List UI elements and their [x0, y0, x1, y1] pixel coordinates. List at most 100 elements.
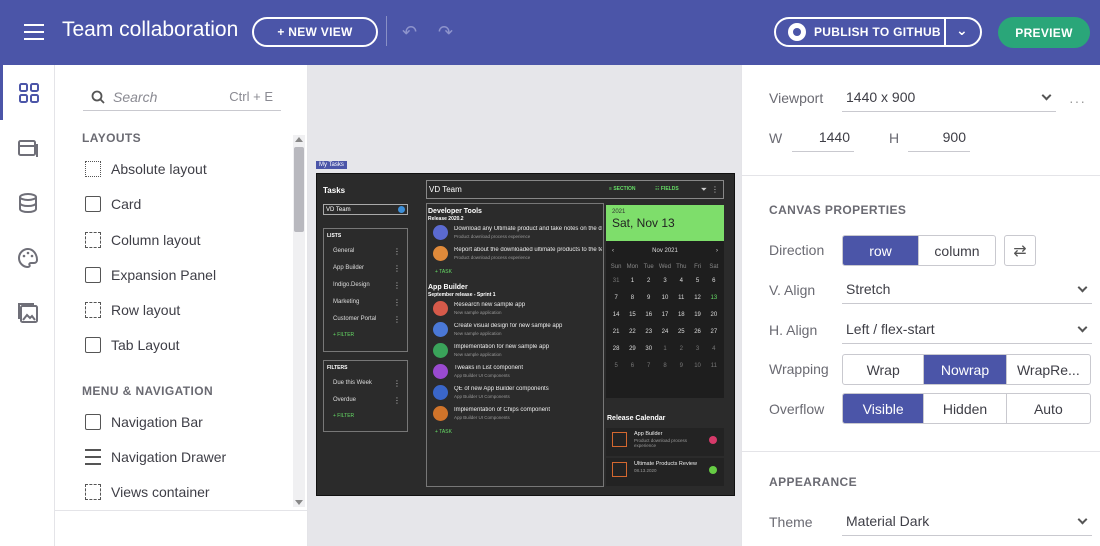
- team-select[interactable]: VD Team: [323, 204, 408, 215]
- calendar-day[interactable]: 21: [608, 324, 624, 341]
- component-navigation-drawer[interactable]: Navigation Drawer: [85, 445, 226, 469]
- panel-scrollbar[interactable]: [293, 135, 305, 507]
- calendar-day[interactable]: 7: [608, 290, 624, 307]
- component-row-layout[interactable]: Row layout: [85, 298, 180, 322]
- filters-filter-button[interactable]: + FILTER: [324, 409, 407, 423]
- component-views-container[interactable]: Views container: [85, 480, 210, 504]
- calendar-day[interactable]: 20: [706, 307, 722, 324]
- scroll-up-icon[interactable]: [295, 137, 303, 142]
- section-button[interactable]: ≡ SECTION: [609, 181, 636, 198]
- calendar-day[interactable]: 8: [657, 358, 673, 375]
- calendar-day[interactable]: 23: [641, 324, 657, 341]
- calendar-day[interactable]: 7: [641, 358, 657, 375]
- calendar-day[interactable]: 28: [608, 341, 624, 358]
- data-rail-icon[interactable]: [0, 175, 55, 230]
- calendar-day[interactable]: 4: [706, 341, 722, 358]
- overflow-hidden-button[interactable]: Hidden: [924, 394, 1007, 423]
- lists-filter-button[interactable]: + FILTER: [324, 328, 407, 342]
- scrollbar-thumb[interactable]: [294, 147, 304, 232]
- calendar-day[interactable]: 3: [657, 273, 673, 290]
- calendar-day[interactable]: 3: [689, 341, 705, 358]
- calendar-day[interactable]: 10: [689, 358, 705, 375]
- preview-button[interactable]: PREVIEW: [998, 17, 1090, 48]
- calendar-day[interactable]: 9: [641, 290, 657, 307]
- calendar-day[interactable]: 9: [673, 358, 689, 375]
- calendar-day[interactable]: 8: [624, 290, 640, 307]
- calendar-day[interactable]: 15: [624, 307, 640, 324]
- task-item[interactable]: Report about the downloaded ultimate pro…: [433, 243, 603, 264]
- valign-select[interactable]: Stretch: [842, 274, 1092, 304]
- component-expansion-panel[interactable]: Expansion Panel: [85, 263, 216, 287]
- list-item[interactable]: General: [324, 243, 407, 260]
- swap-icon[interactable]: ⇄: [1004, 235, 1036, 266]
- component-tab-layout[interactable]: Tab Layout: [85, 333, 180, 357]
- list-item[interactable]: App Builder: [324, 260, 407, 277]
- calendar-day[interactable]: 10: [657, 290, 673, 307]
- calendar-day[interactable]: 22: [624, 324, 640, 341]
- height-input[interactable]: 900: [908, 122, 970, 152]
- menu-icon[interactable]: [24, 24, 44, 40]
- palette-rail-icon[interactable]: [0, 230, 55, 285]
- calendar-day[interactable]: 6: [624, 358, 640, 375]
- publish-github-button[interactable]: PUBLISH TO GITHUB ⌄: [774, 17, 982, 47]
- calendar-day[interactable]: 11: [706, 358, 722, 375]
- task-item[interactable]: Implementation of Chips component App Bui…: [433, 403, 603, 424]
- components-rail-icon[interactable]: [0, 65, 55, 120]
- calendar-day[interactable]: 2: [673, 341, 689, 358]
- chevron-right-icon[interactable]: ›: [716, 241, 718, 261]
- filter-item[interactable]: Due this Week: [324, 375, 407, 392]
- calendar-day[interactable]: 26: [689, 324, 705, 341]
- add-task-button[interactable]: + TASK: [435, 264, 603, 280]
- task-item[interactable]: Create visual design for new sample app N…: [433, 319, 603, 340]
- calendar-day[interactable]: 5: [608, 358, 624, 375]
- component-navigation-bar[interactable]: Navigation Bar: [85, 410, 203, 434]
- calendar-day[interactable]: 31: [608, 273, 624, 290]
- calendar-day[interactable]: 16: [641, 307, 657, 324]
- calendar-day[interactable]: 24: [657, 324, 673, 341]
- list-item[interactable]: Indigo.Design: [324, 277, 407, 294]
- width-input[interactable]: 1440: [792, 122, 854, 152]
- release-checkbox[interactable]: [612, 462, 627, 477]
- calendar-day[interactable]: 5: [689, 273, 705, 290]
- viewport-select[interactable]: 1440 x 900: [842, 82, 1056, 112]
- more-icon[interactable]: ⋮: [711, 181, 719, 198]
- wrap-button[interactable]: Wrap: [843, 355, 925, 384]
- halign-select[interactable]: Left / flex-start: [842, 314, 1092, 344]
- calendar-day[interactable]: 1: [624, 273, 640, 290]
- component-absolute-layout[interactable]: Absolute layout: [85, 157, 207, 181]
- release-item[interactable]: Ultimate Products Review 08.13.2020: [606, 458, 724, 486]
- component-card[interactable]: Card: [85, 192, 141, 216]
- list-item[interactable]: Marketing: [324, 294, 407, 311]
- direction-row-button[interactable]: row: [843, 236, 919, 265]
- more-horizontal-icon[interactable]: ···: [1069, 93, 1086, 109]
- views-rail-icon[interactable]: [0, 120, 55, 175]
- direction-column-button[interactable]: column: [919, 236, 995, 265]
- search-input[interactable]: Search Ctrl + E: [83, 83, 281, 111]
- task-item[interactable]: Implementation for new sample app New sam…: [433, 340, 603, 361]
- calendar-day[interactable]: 2: [641, 273, 657, 290]
- task-item[interactable]: Tweaks in List component App Builder UI C…: [433, 361, 603, 382]
- task-item[interactable]: Download any Ultimate product and take n…: [433, 222, 603, 243]
- calendar-day[interactable]: 18: [673, 307, 689, 324]
- calendar-day[interactable]: 13: [706, 290, 722, 307]
- task-item[interactable]: QE of new App Builder components App Buil…: [433, 382, 603, 403]
- calendar-day[interactable]: 12: [689, 290, 705, 307]
- calendar-day[interactable]: 14: [608, 307, 624, 324]
- calendar-day[interactable]: 27: [706, 324, 722, 341]
- assets-rail-icon[interactable]: [0, 285, 55, 340]
- list-item[interactable]: Customer Portal: [324, 311, 407, 328]
- calendar-day[interactable]: 4: [673, 273, 689, 290]
- new-view-button[interactable]: + NEW VIEW: [252, 17, 378, 47]
- overflow-visible-button[interactable]: Visible: [843, 394, 925, 423]
- overflow-auto-button[interactable]: Auto: [1007, 394, 1090, 423]
- app-preview-frame[interactable]: Tasks VD Team LISTS General App Builder …: [316, 173, 735, 496]
- nowrap-button[interactable]: Nowrap: [924, 355, 1007, 384]
- wrap-reverse-button[interactable]: WrapRe...: [1007, 355, 1090, 384]
- calendar-day[interactable]: 29: [624, 341, 640, 358]
- redo-icon[interactable]: ↷: [438, 22, 460, 42]
- calendar-day[interactable]: 17: [657, 307, 673, 324]
- calendar-day[interactable]: 25: [673, 324, 689, 341]
- chevron-down-icon[interactable]: ⌄: [956, 22, 968, 39]
- undo-icon[interactable]: ↶: [402, 22, 424, 42]
- scroll-down-icon[interactable]: [295, 500, 303, 505]
